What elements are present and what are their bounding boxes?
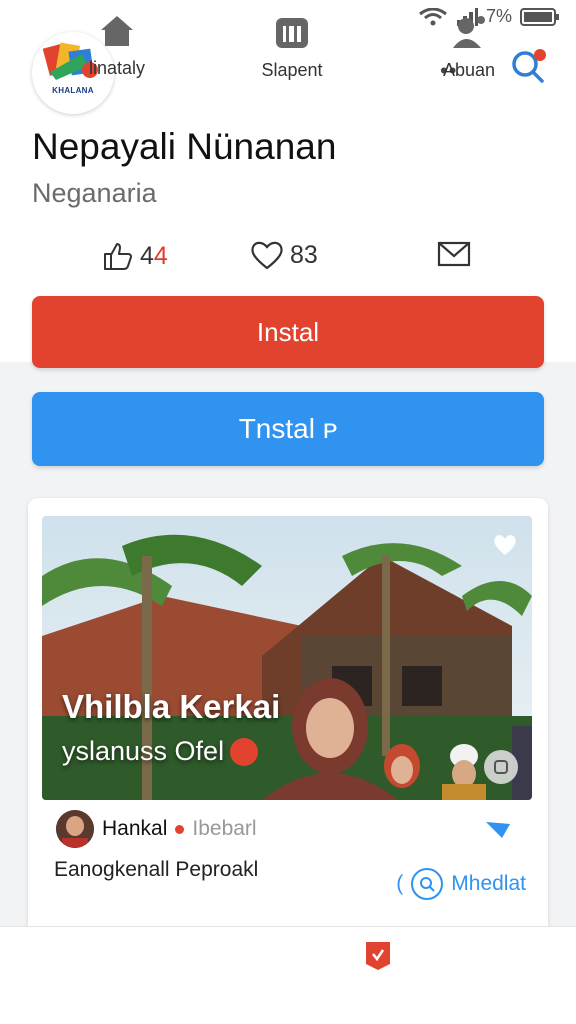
mail-icon [437, 241, 471, 267]
tab-profile[interactable]: Abuan [414, 14, 524, 81]
expand-button[interactable] [484, 750, 518, 784]
heart-stat[interactable]: 83 [250, 240, 318, 270]
tab-home[interactable]: linataly [62, 14, 172, 79]
battery-icon [520, 7, 559, 26]
install-secondary-button[interactable]: Tnstal ᴘ [32, 392, 544, 466]
like-count-prefix: 4 [140, 241, 154, 270]
share-icon[interactable] [484, 818, 512, 842]
tab-middle[interactable]: Slapent [237, 14, 347, 81]
live-dot-icon [175, 824, 185, 834]
heart-icon [251, 241, 283, 270]
logo-wordmark: KHALANA [52, 86, 94, 95]
mail-stat[interactable] [437, 240, 471, 268]
thumbs-up-icon [104, 243, 132, 270]
like-count-suffix: 4 [153, 241, 168, 270]
bottom-tab-bar [0, 926, 576, 1024]
hero-image[interactable]: Vhilbla Kerkai yslanuss Ofel [42, 516, 532, 800]
favorite-heart-icon[interactable] [492, 532, 518, 558]
sticker-icon [230, 737, 259, 766]
card-actions[interactable]: ( Mhedlat [396, 868, 526, 900]
calendar-icon [276, 18, 308, 48]
action-label[interactable]: Mhedlat [451, 872, 526, 896]
like-stat[interactable]: 44 [102, 240, 168, 272]
user-icon [453, 16, 485, 48]
reply-icon[interactable]: ( [396, 872, 403, 896]
flag-icon[interactable] [364, 940, 392, 970]
install-button[interactable]: Instal [32, 296, 544, 368]
chat-icon[interactable] [411, 868, 444, 900]
tab-profile-label: Abuan [442, 60, 496, 80]
feed-card[interactable]: Vhilbla Kerkai yslanuss Ofel Hankal Ibeb… [28, 498, 548, 934]
app-title: Nepayali Nünanan [32, 126, 337, 167]
hero-subtitle: yslanuss Ofel [62, 736, 259, 767]
home-icon [101, 16, 133, 46]
app-subtitle: Neganaria [32, 178, 157, 208]
card-description: Eanogkenall Peproakl [54, 858, 259, 881]
author-row[interactable]: Hankal Ibebarl [56, 810, 257, 848]
heart-count: 83 [290, 240, 318, 269]
hero-title: Vhilbla Kerkai [62, 688, 281, 725]
author-secondary: Ibebarl [192, 817, 257, 840]
hero-subtitle-text: yslanuss Ofel [62, 736, 225, 766]
author-name[interactable]: Hankal [102, 817, 167, 841]
tab-middle-label: Slapent [261, 60, 323, 80]
avatar[interactable] [56, 810, 94, 848]
expand-icon [494, 760, 508, 774]
tab-home-label: linataly [88, 58, 146, 78]
